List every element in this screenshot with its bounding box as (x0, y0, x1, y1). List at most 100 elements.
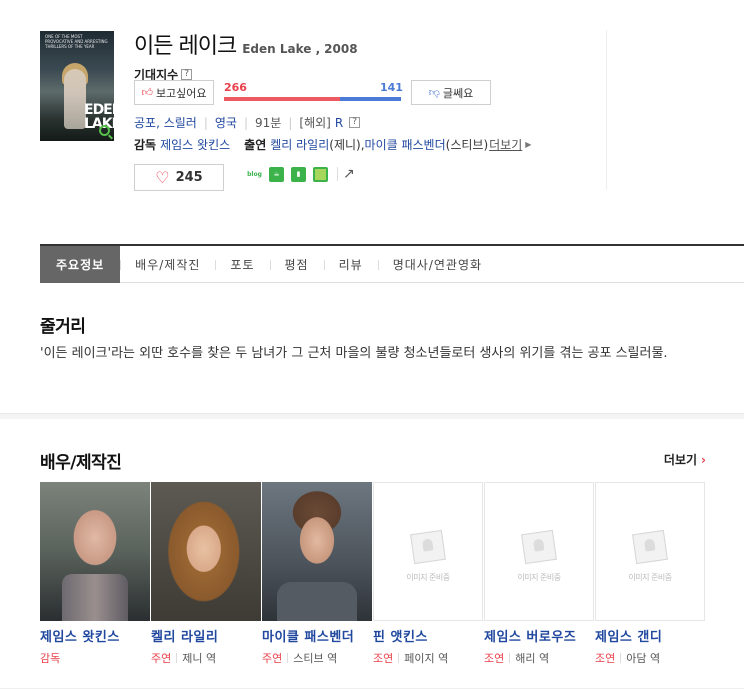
genre-link[interactable]: 공포, 스릴러 (134, 114, 197, 131)
tab-ratings[interactable]: 평점 (269, 246, 324, 283)
share-icon[interactable]: ↗ (343, 166, 355, 182)
placeholder-text: 이미지 준비중 (406, 573, 450, 582)
cast-more-link[interactable]: 더보기 › (664, 451, 706, 468)
actor-link[interactable]: 켈리 라일리 (270, 136, 329, 153)
cast-photo-placeholder[interactable]: 이미지 준비중 (484, 482, 594, 621)
person-placeholder-icon (410, 529, 446, 565)
person-placeholder-icon (632, 529, 668, 565)
credit-row: 감독 제임스 왓킨스 출연 켈리 라일리 (제니), 마이클 패스벤더 (스티브… (134, 136, 531, 153)
placeholder-text: 이미지 준비중 (628, 573, 672, 582)
cast-name[interactable]: 핀 앳킨스 (373, 626, 477, 645)
release-year: 2008 (324, 42, 358, 56)
zoom-icon[interactable] (99, 125, 110, 136)
poster-figure (64, 69, 86, 129)
role-separator (287, 653, 289, 663)
want-label: 보고싶어요 (155, 86, 207, 100)
tab-reviews[interactable]: 리뷰 (323, 246, 378, 283)
meta-separator: | (203, 115, 208, 130)
cast-role-line: 감독 (40, 650, 151, 666)
movie-meta: 공포, 스릴러 | 영국 | 91분 | [해외] R ? (134, 114, 361, 131)
nah-count: 141 (380, 81, 403, 94)
cast-character: 페이지 역 (404, 652, 449, 665)
movie-poster[interactable]: ONE OF THE MOST PROVOCATIVE AND ARRESTIN… (40, 31, 114, 141)
cast-role-line: 조연 해리 역 (484, 650, 595, 666)
rating-link[interactable]: R (335, 116, 343, 130)
cast-card[interactable]: 마이클 패스벤더 주연 스티브 역 (262, 482, 373, 666)
cast-role: 조연 (484, 652, 505, 665)
role-separator (176, 653, 178, 663)
cast-name[interactable]: 제임스 버로우즈 (484, 626, 588, 645)
like-count: 245 (175, 170, 203, 185)
expect-gauge-fill (224, 97, 340, 101)
actor-role: (제니), (329, 138, 365, 152)
want-count: 266 (224, 81, 247, 94)
runtime: 91분 (255, 116, 282, 130)
cast-card[interactable]: 이미지 준비중 핀 앳킨스 조연 페이지 역 (373, 482, 484, 666)
cafe-share-icon[interactable]: ☕ (269, 166, 284, 182)
photo-detail (62, 574, 128, 621)
cast-role: 주연 (151, 652, 172, 665)
role-separator (398, 653, 400, 663)
blog-share-icon[interactable]: blog (247, 166, 262, 182)
country-link[interactable]: 영국 (215, 114, 237, 131)
cast-label: 출연 (244, 138, 267, 152)
meta-separator: | (243, 115, 249, 130)
cast-card[interactable]: 이미지 준비중 제임스 버로우즈 조연 해리 역 (484, 482, 595, 666)
cast-role-line: 조연 페이지 역 (373, 650, 484, 666)
cast-role: 감독 (40, 652, 61, 665)
cast-photo-placeholder[interactable]: 이미지 준비중 (373, 482, 483, 621)
heart-icon: ♡ (155, 168, 170, 187)
like-button[interactable]: ♡ 245 (134, 164, 224, 191)
tab-main-info[interactable]: 주요정보 (40, 245, 121, 283)
cast-card[interactable]: 켈리 라일리 주연 제니 역 (151, 482, 262, 666)
help-icon[interactable]: ? (181, 69, 193, 80)
credits-more-link[interactable]: 더보기 (489, 136, 522, 153)
cast-section-title: 배우/제작진 (40, 453, 122, 473)
tab-cast-crew[interactable]: 배우/제작진 (120, 246, 215, 283)
chevron-right-icon: ▶ (525, 140, 532, 149)
cast-role-line: 주연 제니 역 (151, 650, 262, 666)
role-separator (509, 653, 511, 663)
cast-role-line: 주연 스티브 역 (262, 650, 373, 666)
cast-photo[interactable] (262, 482, 372, 621)
cast-name[interactable]: 제임스 왓킨스 (40, 626, 144, 645)
cast-name[interactable]: 마이클 패스벤더 (262, 626, 366, 645)
cast-card[interactable]: 제임스 왓킨스 감독 (40, 482, 151, 666)
actor-role: (스티브) (445, 138, 489, 152)
want-to-see-button[interactable]: 👍︎ 보고싶어요 (134, 80, 214, 105)
not-sure-button[interactable]: 👎︎ 글쎄요 (411, 80, 491, 105)
bookmark-share-icon[interactable]: ▮ (291, 166, 306, 182)
rating-help-icon[interactable]: ? (349, 117, 361, 128)
synopsis-title: 줄거리 (40, 317, 86, 337)
cast-photo[interactable] (40, 482, 150, 621)
person-placeholder-icon (521, 529, 557, 565)
cast-name[interactable]: 제임스 갠디 (595, 626, 699, 645)
synopsis-text: '이든 레이크'라는 외딴 호수를 찾은 두 남녀가 그 근처 마을의 불량 청… (40, 346, 668, 361)
actor-link[interactable]: 마이클 패스벤더 (365, 136, 446, 153)
cast-role: 조연 (595, 652, 616, 665)
cast-character: 제니 역 (182, 652, 217, 665)
cast-role-line: 조연 아담 역 (595, 650, 706, 666)
tab-photo[interactable]: 포토 (215, 246, 269, 283)
share-bar: blog ☕ ▮ ↗ (247, 166, 355, 182)
cast-photo-placeholder[interactable]: 이미지 준비중 (595, 482, 705, 621)
memo-share-icon[interactable] (313, 166, 328, 182)
section-divider (0, 413, 744, 419)
meta-separator: | (288, 115, 293, 130)
expect-gauge (224, 97, 401, 101)
director-label: 감독 (134, 138, 157, 152)
share-divider (337, 167, 338, 181)
thumbs-down-icon: 👎︎ (428, 86, 440, 99)
cast-card[interactable]: 이미지 준비중 제임스 갠디 조연 아담 역 (595, 482, 706, 666)
cast-name[interactable]: 켈리 라일리 (151, 626, 255, 645)
rating-prefix: [해외] (299, 116, 331, 130)
tab-bar: 주요정보 배우/제작진 포토 평점 리뷰 명대사/연관영화 (40, 244, 744, 283)
cast-role: 조연 (373, 652, 394, 665)
cast-list: 제임스 왓킨스 감독 켈리 라일리 주연 제니 역 마이클 패스벤더 주연 스티… (40, 482, 706, 666)
role-separator (620, 653, 622, 663)
cast-photo[interactable] (151, 482, 261, 621)
tab-quotes-related[interactable]: 명대사/연관영화 (377, 246, 497, 283)
title-row: 이든 레이크 Eden Lake , 2008 (134, 28, 358, 60)
director-link[interactable]: 제임스 왓킨스 (160, 136, 230, 153)
poster-tagline: ONE OF THE MOST PROVOCATIVE AND ARRESTIN… (45, 34, 108, 49)
